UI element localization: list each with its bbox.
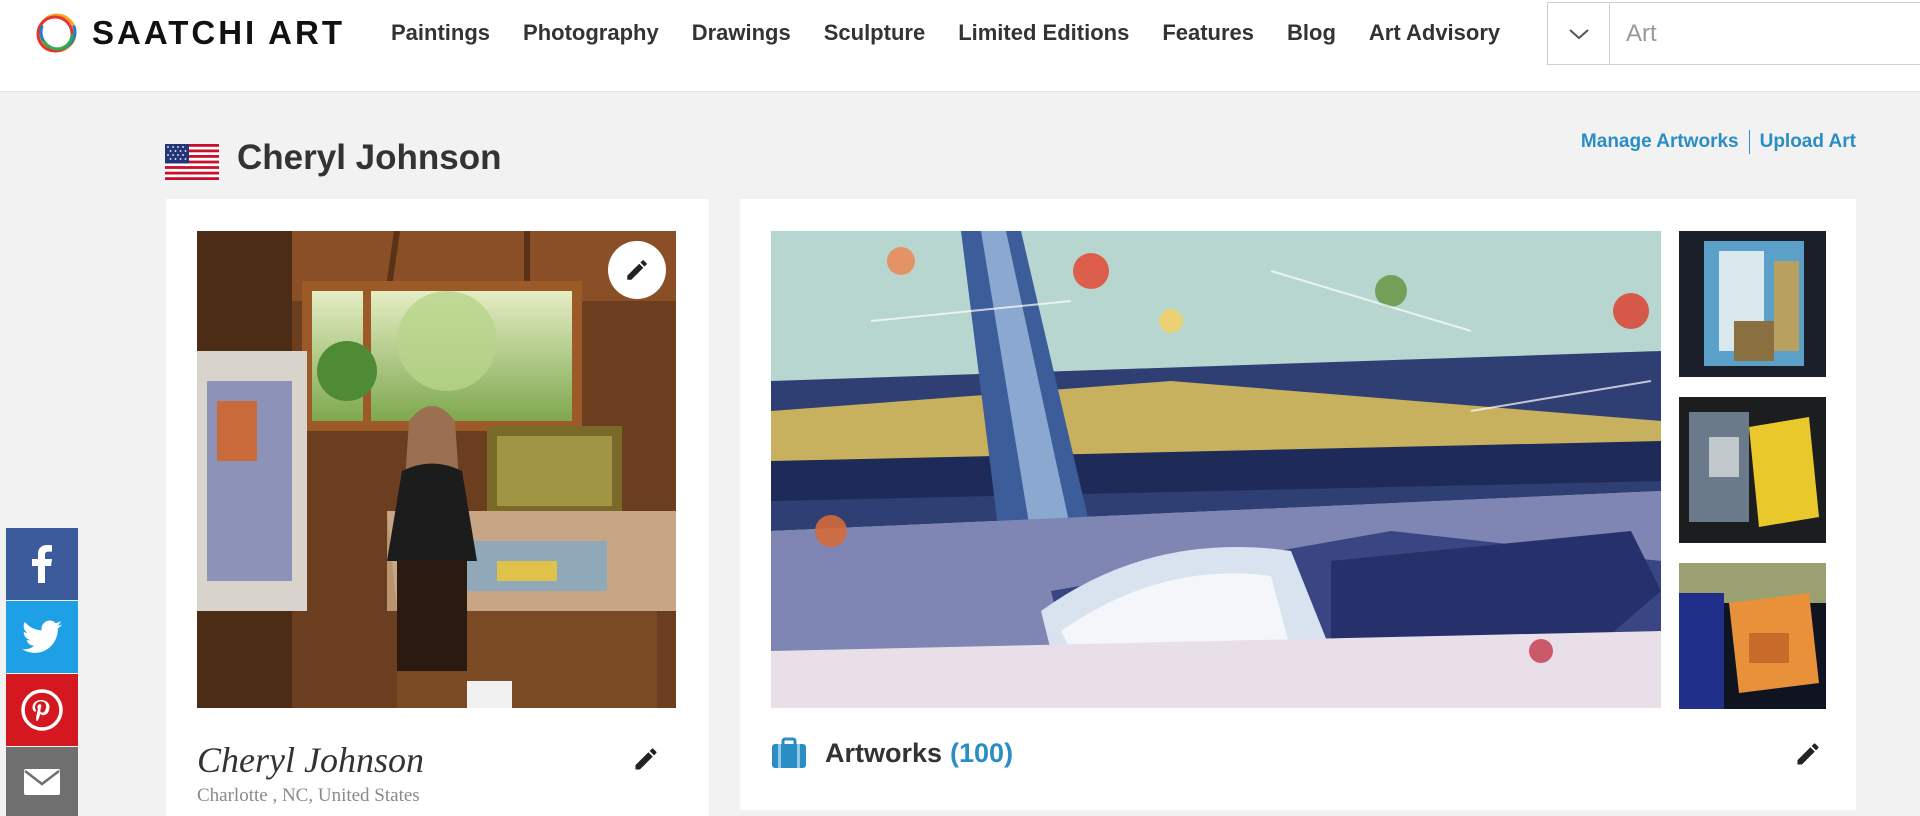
nav-item-drawings[interactable]: Drawings bbox=[692, 20, 791, 46]
artist-profile-photo bbox=[197, 231, 676, 708]
share-email-button[interactable] bbox=[6, 747, 78, 816]
nav-item-paintings[interactable]: Paintings bbox=[391, 20, 490, 46]
saatchi-art-logo[interactable]: SAATCHI ART bbox=[34, 10, 345, 56]
edit-profile-button[interactable] bbox=[632, 745, 660, 778]
artist-location: Charlotte , NC, United States bbox=[197, 785, 420, 806]
pinterest-icon bbox=[21, 689, 63, 731]
artwork-thumbnail-image bbox=[1679, 231, 1826, 377]
artworks-card: Artworks (100) bbox=[740, 199, 1856, 810]
artwork-thumbnail[interactable] bbox=[1679, 231, 1826, 377]
artwork-thumbnail-image bbox=[1679, 397, 1826, 543]
twitter-icon bbox=[22, 620, 62, 653]
edit-photo-button[interactable] bbox=[608, 241, 666, 299]
main-nav: Paintings Photography Drawings Sculpture… bbox=[391, 0, 1533, 66]
search-category-dropdown[interactable] bbox=[1548, 3, 1610, 64]
studio-photo-image bbox=[197, 231, 676, 708]
artist-profile-card: Cheryl Johnson Charlotte , NC, United St… bbox=[166, 199, 709, 816]
us-flag-icon bbox=[165, 144, 219, 180]
facebook-icon bbox=[32, 545, 52, 583]
email-icon bbox=[24, 768, 60, 795]
pencil-icon bbox=[627, 260, 647, 280]
site-header: SAATCHI ART Paintings Photography Drawin… bbox=[0, 0, 1920, 92]
nav-item-features[interactable]: Features bbox=[1162, 20, 1254, 46]
share-twitter-button[interactable] bbox=[6, 601, 78, 673]
nav-item-photography[interactable]: Photography bbox=[523, 20, 659, 46]
featured-artwork-image bbox=[771, 231, 1661, 708]
artworks-count[interactable]: (100) bbox=[950, 738, 1013, 769]
artwork-thumbnail-image bbox=[1679, 563, 1826, 709]
artist-name: Cheryl Johnson bbox=[197, 740, 424, 780]
saatchi-rings-logo-icon bbox=[36, 13, 77, 53]
search-bar bbox=[1547, 2, 1920, 65]
share-pinterest-button[interactable] bbox=[6, 674, 78, 746]
artworks-label: Artworks bbox=[825, 737, 943, 768]
brand-name: SAATCHI ART bbox=[92, 14, 345, 51]
manage-artworks-link[interactable]: Manage Artworks bbox=[1581, 131, 1739, 153]
link-divider bbox=[1748, 130, 1750, 154]
nav-item-limited-editions[interactable]: Limited Editions bbox=[958, 20, 1129, 46]
search-input[interactable] bbox=[1610, 3, 1920, 64]
nav-item-art-advisory[interactable]: Art Advisory bbox=[1369, 20, 1500, 46]
artist-actions: Manage Artworks Upload Art bbox=[1581, 130, 1856, 154]
nav-item-blog[interactable]: Blog bbox=[1287, 20, 1336, 46]
featured-artwork[interactable] bbox=[771, 231, 1661, 708]
page-title: Cheryl Johnson bbox=[237, 138, 502, 177]
artworks-heading[interactable]: Artworks (100) bbox=[771, 737, 1013, 769]
pencil-icon bbox=[635, 748, 657, 770]
nav-item-sculpture[interactable]: Sculpture bbox=[824, 20, 925, 46]
artwork-thumbnail[interactable] bbox=[1679, 563, 1826, 709]
upload-art-link[interactable]: Upload Art bbox=[1760, 131, 1856, 153]
briefcase-icon bbox=[772, 737, 806, 768]
pencil-icon bbox=[1797, 743, 1819, 765]
artwork-thumbnail[interactable] bbox=[1679, 397, 1826, 543]
chevron-down-icon bbox=[1568, 28, 1589, 39]
share-facebook-button[interactable] bbox=[6, 528, 78, 600]
edit-artworks-button[interactable] bbox=[1794, 740, 1822, 773]
